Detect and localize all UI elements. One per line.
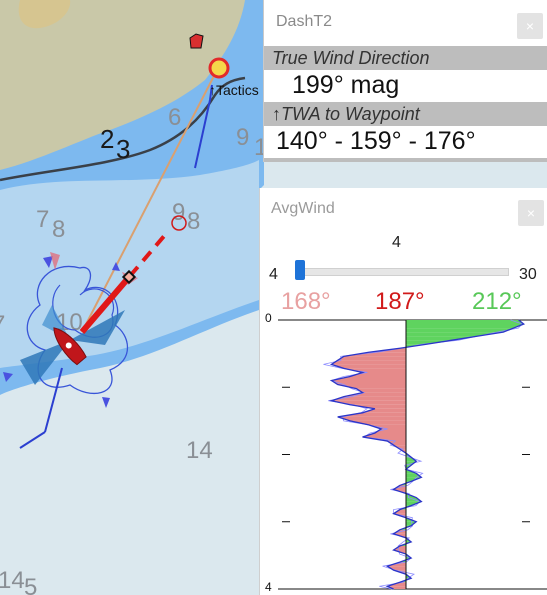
depth-sounding: 5 [24, 574, 37, 595]
depth-sounding: 7 [36, 206, 49, 233]
avgwind-panel: AvgWind × 4 4 30 168° 187° 212° 0 4 [259, 188, 547, 595]
wind-history-graph [278, 319, 547, 590]
wind-deviation-area [337, 356, 406, 361]
wind-deviation-area [406, 320, 524, 325]
axis-bottom-label: 4 [265, 580, 272, 594]
twd-value: 199° mag [264, 70, 547, 100]
twd-label: True Wind Direction [264, 44, 547, 70]
slider-thumb[interactable] [295, 260, 305, 280]
wind-deviation-area [356, 388, 406, 393]
depth-sounding: 14 [186, 437, 213, 464]
wind-deviation-area [406, 328, 514, 333]
wind-deviation-area [406, 324, 524, 329]
slider-min-label: 4 [269, 266, 278, 283]
min-direction-label: 168° [281, 288, 331, 315]
axis-top-label: 0 [265, 311, 272, 325]
waypoint-icon[interactable] [208, 57, 230, 79]
avg-direction-label: 187° [375, 288, 425, 315]
depth-sounding: 8 [187, 208, 200, 235]
wind-deviation-area [350, 372, 406, 377]
dasht2-panel: DashT2 × True Wind Direction 199° mag ↑T… [264, 0, 547, 162]
max-direction-label: 212° [472, 288, 522, 315]
wind-deviation-area [331, 360, 406, 365]
depth-sounding: 2 [100, 124, 114, 154]
slider-max-label: 30 [519, 266, 537, 283]
twa-value: 140° - 159° - 176° [264, 126, 547, 156]
averaging-slider[interactable] [295, 268, 509, 276]
waypoint-label: ↑Tactics [209, 82, 259, 98]
depth-sounding: 9 [236, 124, 249, 151]
close-button[interactable]: × [517, 13, 543, 39]
depth-sounding: 8 [52, 216, 65, 243]
panel-title[interactable]: DashT2 [264, 0, 547, 44]
depth-sounding: 14 [0, 567, 25, 594]
close-button[interactable]: × [518, 200, 544, 226]
panel-title[interactable]: AvgWind [271, 200, 335, 218]
panel-divider [264, 158, 547, 162]
depth-sounding: 3 [116, 134, 130, 164]
depth-sounding: 9 [172, 199, 185, 226]
buoy-icon [189, 33, 204, 49]
depth-sounding: 7 [0, 311, 5, 338]
twa-label: ↑TWA to Waypoint [264, 100, 547, 126]
slider-value: 4 [392, 234, 401, 251]
depth-sounding: 6 [168, 104, 181, 131]
